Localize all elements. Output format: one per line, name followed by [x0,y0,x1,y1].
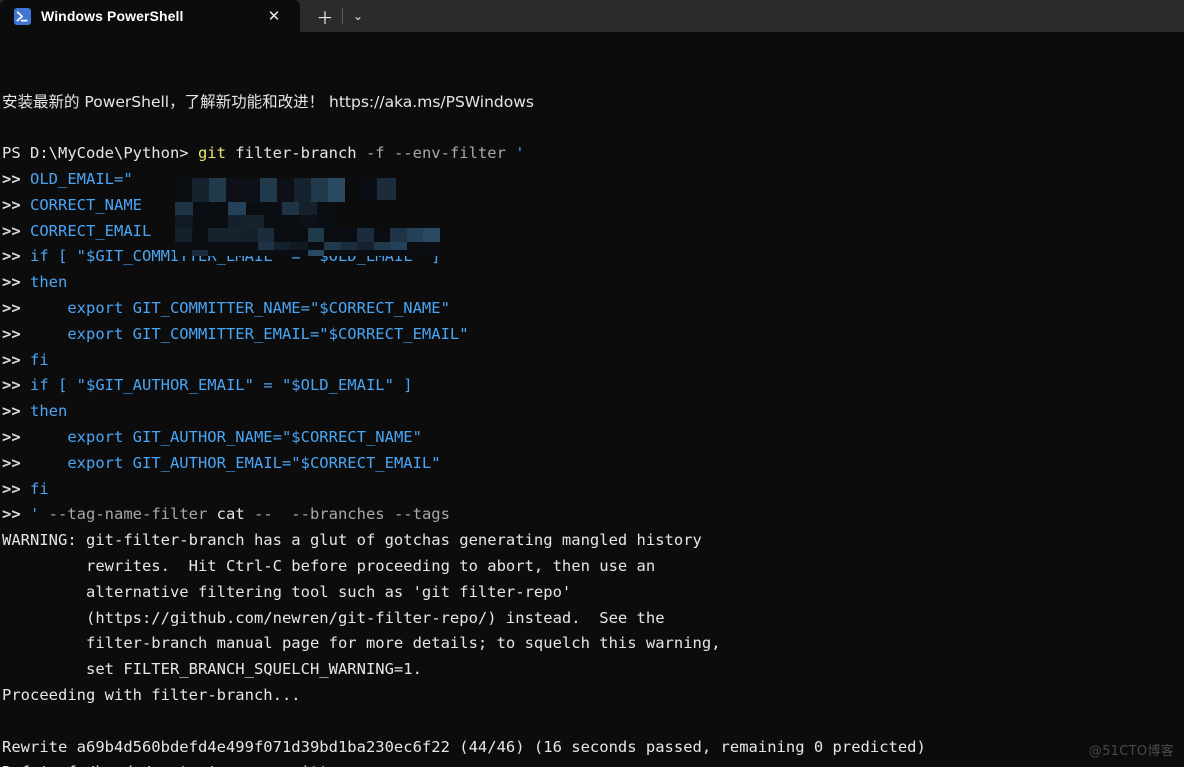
continuation-text: OLD_EMAIL=" [30,169,133,188]
banner-line: 安装最新的 PowerShell，了解新功能和改进！ https://aka.m… [2,90,1184,116]
terminal-output: 安装最新的 PowerShell，了解新功能和改进！ https://aka.m… [0,38,1184,767]
flag-branches-tags: -- --branches --tags [253,505,450,524]
continuation-text: export GIT_COMMITTER_EMAIL="$CORRECT_EMA… [30,324,469,343]
tab-windows-powershell[interactable]: Windows PowerShell ✕ [0,0,300,32]
continuation-prompt: >> [2,479,30,498]
warning-line: alternative filtering tool such as 'git … [2,580,1184,606]
tab-strip: Windows PowerShell ✕ ＋ ⌄ [0,0,1184,32]
continuation-line: >> CORRECT_NAME [2,193,1184,219]
result-line: Rewrite a69b4d560bdefd4e499f071d39bd1ba2… [2,735,1184,761]
continuation-text: then [30,273,68,292]
command-subcommand: filter-branch [225,144,366,163]
continuation-line: >> export GIT_AUTHOR_NAME="$CORRECT_NAME… [2,425,1184,451]
continuation-prompt: >> [2,273,30,292]
continuation-line: >> then [2,399,1184,425]
warning-line: set FILTER_BRANCH_SQUELCH_WARNING=1. [2,657,1184,683]
continuation-prompt: >> [2,350,30,369]
tab-title: Windows PowerShell [41,8,184,24]
warning-text: (https://github.com/newren/git-filter-re… [2,608,665,627]
continuation-line: >> if [ "$GIT_COMMITTER_EMAIL" = "$OLD_E… [2,244,1184,270]
terminal-surface[interactable]: 安装最新的 PowerShell，了解新功能和改进！ https://aka.m… [0,32,1184,767]
close-icon[interactable]: ✕ [260,2,288,30]
closing-quote: ' [30,505,49,524]
continuation-text: CORRECT_NAME [30,195,142,214]
flag-tag-name-filter: --tag-name-filter [48,505,217,524]
continuation-prompt: >> [2,402,30,421]
continuation-text: export GIT_AUTHOR_EMAIL="$CORRECT_EMAIL" [30,453,441,472]
continuation-line: >> then [2,270,1184,296]
command-git: git [197,144,226,163]
result-text: Ref 'refs/heads/master' was rewritten [2,763,347,767]
new-tab-icon[interactable]: ＋ [308,0,342,32]
continuation-prompt: >> [2,505,30,524]
result-line: Ref 'refs/heads/master' was rewritten [2,760,1184,767]
continuation-prompt: >> [2,427,30,446]
continuation-line: >> export GIT_AUTHOR_EMAIL="$CORRECT_EMA… [2,451,1184,477]
warning-text: rewrites. Hit Ctrl-C before proceeding t… [2,556,656,575]
continuation-line: >> CORRECT_EMAIL [2,219,1184,245]
tab-actions: ＋ ⌄ [300,0,373,32]
continuation-prompt: >> [2,247,30,266]
continuation-prompt: >> [2,324,30,343]
warning-text: set FILTER_BRANCH_SQUELCH_WARNING=1. [2,660,422,679]
continuation-prompt: >> [2,221,30,240]
continuation-text: fi [30,350,49,369]
prompt-line: PS D:\MyCode\Python> git filter-branch -… [2,141,1184,167]
banner-text: 安装最新的 PowerShell，了解新功能和改进！ https://aka.m… [2,92,534,111]
powershell-icon [14,7,31,25]
warning-text: WARNING: git-filter-branch has a glut of… [2,531,702,550]
command-quote: ' [515,144,525,163]
continuation-text: export GIT_AUTHOR_NAME="$CORRECT_NAME" [30,427,422,446]
warning-text: Proceeding with filter-branch... [2,685,301,704]
continuation-text: if [ "$GIT_COMMITTER_EMAIL" = "$OLD_EMAI… [30,247,441,266]
continuation-text: fi [30,479,49,498]
continuation-line: >> fi [2,477,1184,503]
continuation-text: export GIT_COMMITTER_NAME="$CORRECT_NAME… [30,298,450,317]
continuation-line: >> export GIT_COMMITTER_EMAIL="$CORRECT_… [2,322,1184,348]
continuation-line: >> if [ "$GIT_AUTHOR_EMAIL" = "$OLD_EMAI… [2,373,1184,399]
continuation-prompt: >> [2,169,30,188]
watermark: @51CTO博客 [1088,744,1174,759]
continuation-prompt: >> [2,195,30,214]
powershell-window: Windows PowerShell ✕ ＋ ⌄ 安装最新的 PowerShel… [0,0,1184,767]
command-cat: cat [216,505,254,524]
continuation-prompt: >> [2,453,30,472]
command-flags: -f --env-filter [365,144,516,163]
chevron-down-icon[interactable]: ⌄ [343,0,373,32]
warning-line: filter-branch manual page for more detai… [2,631,1184,657]
continuation-line: >> export GIT_COMMITTER_NAME="$CORRECT_N… [2,296,1184,322]
warning-line: rewrites. Hit Ctrl-C before proceeding t… [2,554,1184,580]
continuation-line-tagfilter: >> ' --tag-name-filter cat -- --branches… [2,502,1184,528]
prompt-path: PS D:\MyCode\Python> [2,144,198,163]
continuation-text: CORRECT_EMAIL [30,221,152,240]
warning-line: (https://github.com/newren/git-filter-re… [2,606,1184,632]
continuation-text: then [30,402,68,421]
warning-line: Proceeding with filter-branch... [2,683,1184,709]
warning-text: alternative filtering tool such as 'git … [2,582,572,601]
continuation-text: if [ "$GIT_AUTHOR_EMAIL" = "$OLD_EMAIL" … [30,376,413,395]
continuation-line: >> fi [2,348,1184,374]
continuation-prompt: >> [2,298,30,317]
continuation-line: >> OLD_EMAIL=" [2,167,1184,193]
result-text: Rewrite a69b4d560bdefd4e499f071d39bd1ba2… [2,737,926,756]
warning-text: filter-branch manual page for more detai… [2,634,721,653]
continuation-prompt: >> [2,376,30,395]
warning-line: WARNING: git-filter-branch has a glut of… [2,528,1184,554]
